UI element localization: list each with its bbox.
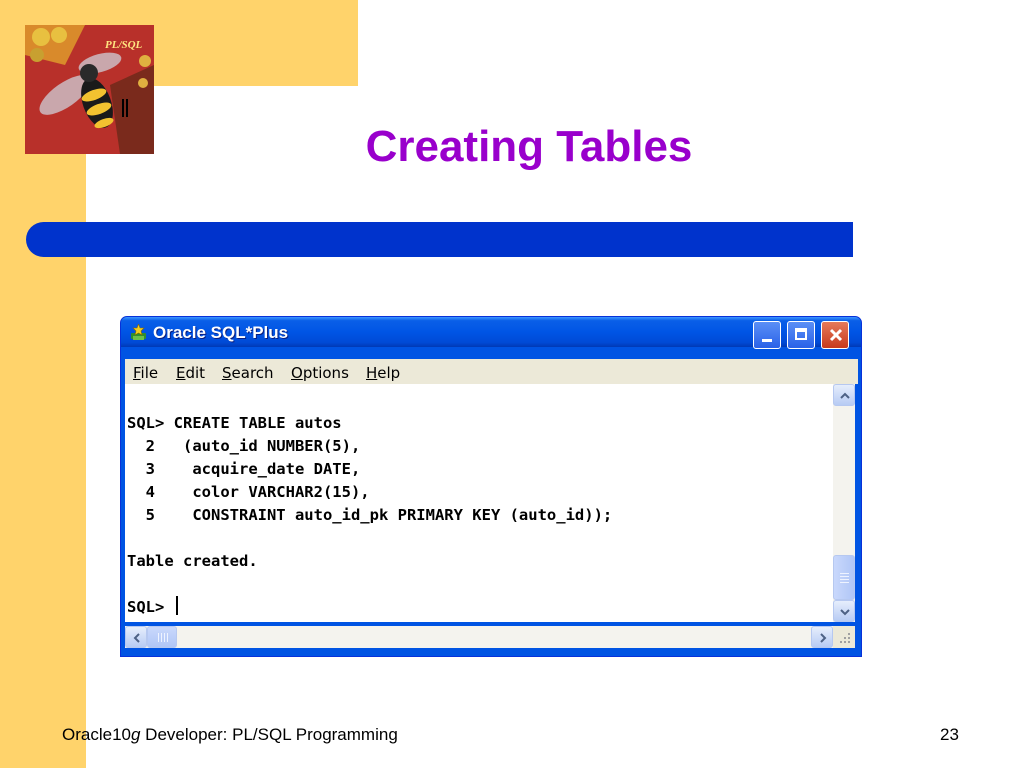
close-button[interactable] bbox=[821, 321, 849, 349]
footer-rest: Developer: PL/SQL Programming bbox=[140, 725, 398, 744]
console-line: 4 color VARCHAR2(15), bbox=[127, 483, 370, 501]
minimize-button[interactable] bbox=[753, 321, 781, 349]
scroll-up-button[interactable] bbox=[833, 384, 855, 406]
close-icon bbox=[829, 328, 843, 342]
maximize-icon bbox=[795, 328, 807, 340]
footer-product: Oracle10 bbox=[62, 725, 131, 744]
scroll-left-button[interactable] bbox=[125, 626, 147, 648]
console-line: Table created. bbox=[127, 552, 258, 570]
chevron-right-icon bbox=[820, 633, 827, 643]
menu-edit[interactable]: Edit bbox=[176, 364, 205, 382]
chevron-down-icon bbox=[840, 609, 850, 616]
console-line: 3 acquire_date DATE, bbox=[127, 460, 361, 478]
chevron-left-icon bbox=[133, 633, 140, 643]
page-number: 23 bbox=[940, 725, 959, 744]
slide-title: Creating Tables bbox=[365, 122, 693, 171]
horizontal-scrollbar[interactable] bbox=[125, 626, 833, 648]
menu-search[interactable]: Search bbox=[222, 364, 274, 382]
maximize-button[interactable] bbox=[787, 321, 815, 349]
window-titlebar[interactable]: Oracle SQL*Plus bbox=[121, 317, 861, 349]
menu-help[interactable]: Help bbox=[366, 364, 400, 382]
console-line: SQL> CREATE TABLE autos bbox=[127, 414, 342, 432]
minimize-icon bbox=[762, 339, 772, 342]
menu-options[interactable]: Options bbox=[291, 364, 349, 382]
vertical-scrollbar[interactable] bbox=[833, 384, 855, 622]
console-line: 5 CONSTRAINT auto_id_pk PRIMARY KEY (aut… bbox=[127, 506, 613, 524]
title-underline-bar bbox=[26, 222, 853, 257]
sql-prompt: SQL> bbox=[127, 598, 174, 616]
menu-file[interactable]: File bbox=[133, 364, 158, 382]
window-title: Oracle SQL*Plus bbox=[153, 323, 289, 342]
console-line: 2 (auto_id NUMBER(5), bbox=[127, 437, 361, 455]
resize-grip[interactable] bbox=[833, 626, 855, 648]
chevron-up-icon bbox=[840, 392, 850, 399]
console-text: SQL> CREATE TABLE autos 2 (auto_id NUMBE… bbox=[127, 412, 612, 619]
resize-grip-icon bbox=[840, 633, 850, 643]
console-output-area[interactable]: SQL> CREATE TABLE autos 2 (auto_id NUMBE… bbox=[125, 384, 833, 622]
footer-course-title: Oracle10g Developer: PL/SQL Programming bbox=[62, 725, 398, 745]
vertical-scroll-thumb[interactable] bbox=[833, 555, 855, 600]
scroll-right-button[interactable] bbox=[811, 626, 833, 648]
sqlplus-window: Oracle SQL*Plus File Edit Search Options… bbox=[120, 316, 862, 657]
oracle-sqlplus-icon bbox=[131, 324, 146, 340]
menu-bar: File Edit Search Options Help bbox=[125, 359, 858, 384]
horizontal-scroll-thumb[interactable] bbox=[147, 626, 177, 648]
text-cursor bbox=[175, 596, 178, 615]
scroll-down-button[interactable] bbox=[833, 600, 855, 622]
logo-text: PL/SQL bbox=[105, 39, 143, 51]
